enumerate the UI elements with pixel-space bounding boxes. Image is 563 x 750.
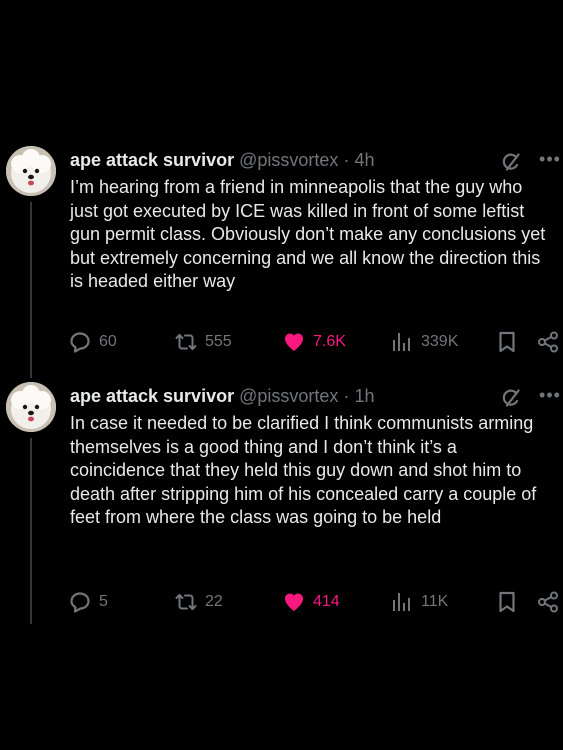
author-handle[interactable]: @pissvortex	[239, 386, 338, 406]
author-name[interactable]: ape attack survivor	[70, 386, 234, 406]
timestamp[interactable]: 1h	[354, 386, 374, 406]
tweet-header: ape attack survivor @pissvortex · 4h •••	[70, 148, 563, 172]
like-button[interactable]: 7.6K	[282, 328, 346, 356]
view-count: 11K	[421, 593, 449, 610]
action-bar: 60 555 7.6K 339K	[0, 328, 563, 356]
author-name[interactable]: ape attack survivor	[70, 150, 234, 170]
views-button[interactable]: 11K	[390, 588, 448, 616]
like-count: 414	[313, 593, 340, 610]
repost-arrows-icon	[175, 334, 197, 350]
repost-count: 22	[205, 593, 223, 610]
speech-bubble-icon	[70, 332, 90, 353]
repost-button[interactable]: 555	[174, 328, 232, 356]
action-bar: 5 22 414 11K	[0, 588, 563, 616]
speech-bubble-icon	[70, 592, 90, 613]
reply-button[interactable]: 60	[68, 328, 117, 356]
share-icon	[538, 591, 558, 613]
repost-arrows-icon	[175, 594, 197, 610]
tweet-text: In case it needed to be clarified I thin…	[70, 413, 537, 527]
grok-icon[interactable]	[501, 152, 521, 172]
avatar-image	[6, 146, 56, 196]
timestamp[interactable]: 4h	[354, 150, 374, 170]
reply-button[interactable]: 5	[68, 588, 108, 616]
bar-chart-icon	[393, 333, 410, 351]
avatar[interactable]	[6, 382, 56, 432]
heart-icon	[285, 333, 303, 351]
bookmark-button[interactable]	[496, 328, 518, 356]
repost-count: 555	[205, 333, 232, 350]
tweet-header: ape attack survivor @pissvortex · 1h •••	[70, 384, 563, 408]
grok-icon[interactable]	[501, 388, 521, 408]
view-count: 339K	[421, 333, 459, 350]
share-button[interactable]	[537, 328, 559, 356]
bar-chart-icon	[393, 593, 410, 611]
tweet-text: I’m hearing from a friend in minneapolis…	[70, 177, 546, 291]
author-handle[interactable]: @pissvortex	[239, 150, 338, 170]
reply-count: 60	[99, 333, 117, 350]
more-dots-icon[interactable]: •••	[538, 148, 562, 172]
share-icon	[538, 331, 558, 353]
avatar-image	[6, 382, 56, 432]
bookmark-icon	[499, 331, 515, 353]
separator-dot: ·	[343, 150, 350, 170]
reply-count: 5	[99, 593, 108, 610]
separator-dot: ·	[343, 386, 350, 406]
bookmark-icon	[499, 591, 515, 613]
more-dots-icon[interactable]: •••	[538, 384, 562, 408]
like-count: 7.6K	[313, 333, 346, 350]
repost-button[interactable]: 22	[174, 588, 223, 616]
like-button[interactable]: 414	[282, 588, 340, 616]
heart-icon	[285, 593, 303, 611]
bookmark-button[interactable]	[496, 588, 518, 616]
avatar[interactable]	[6, 146, 56, 196]
views-button[interactable]: 339K	[390, 328, 458, 356]
share-button[interactable]	[537, 588, 559, 616]
